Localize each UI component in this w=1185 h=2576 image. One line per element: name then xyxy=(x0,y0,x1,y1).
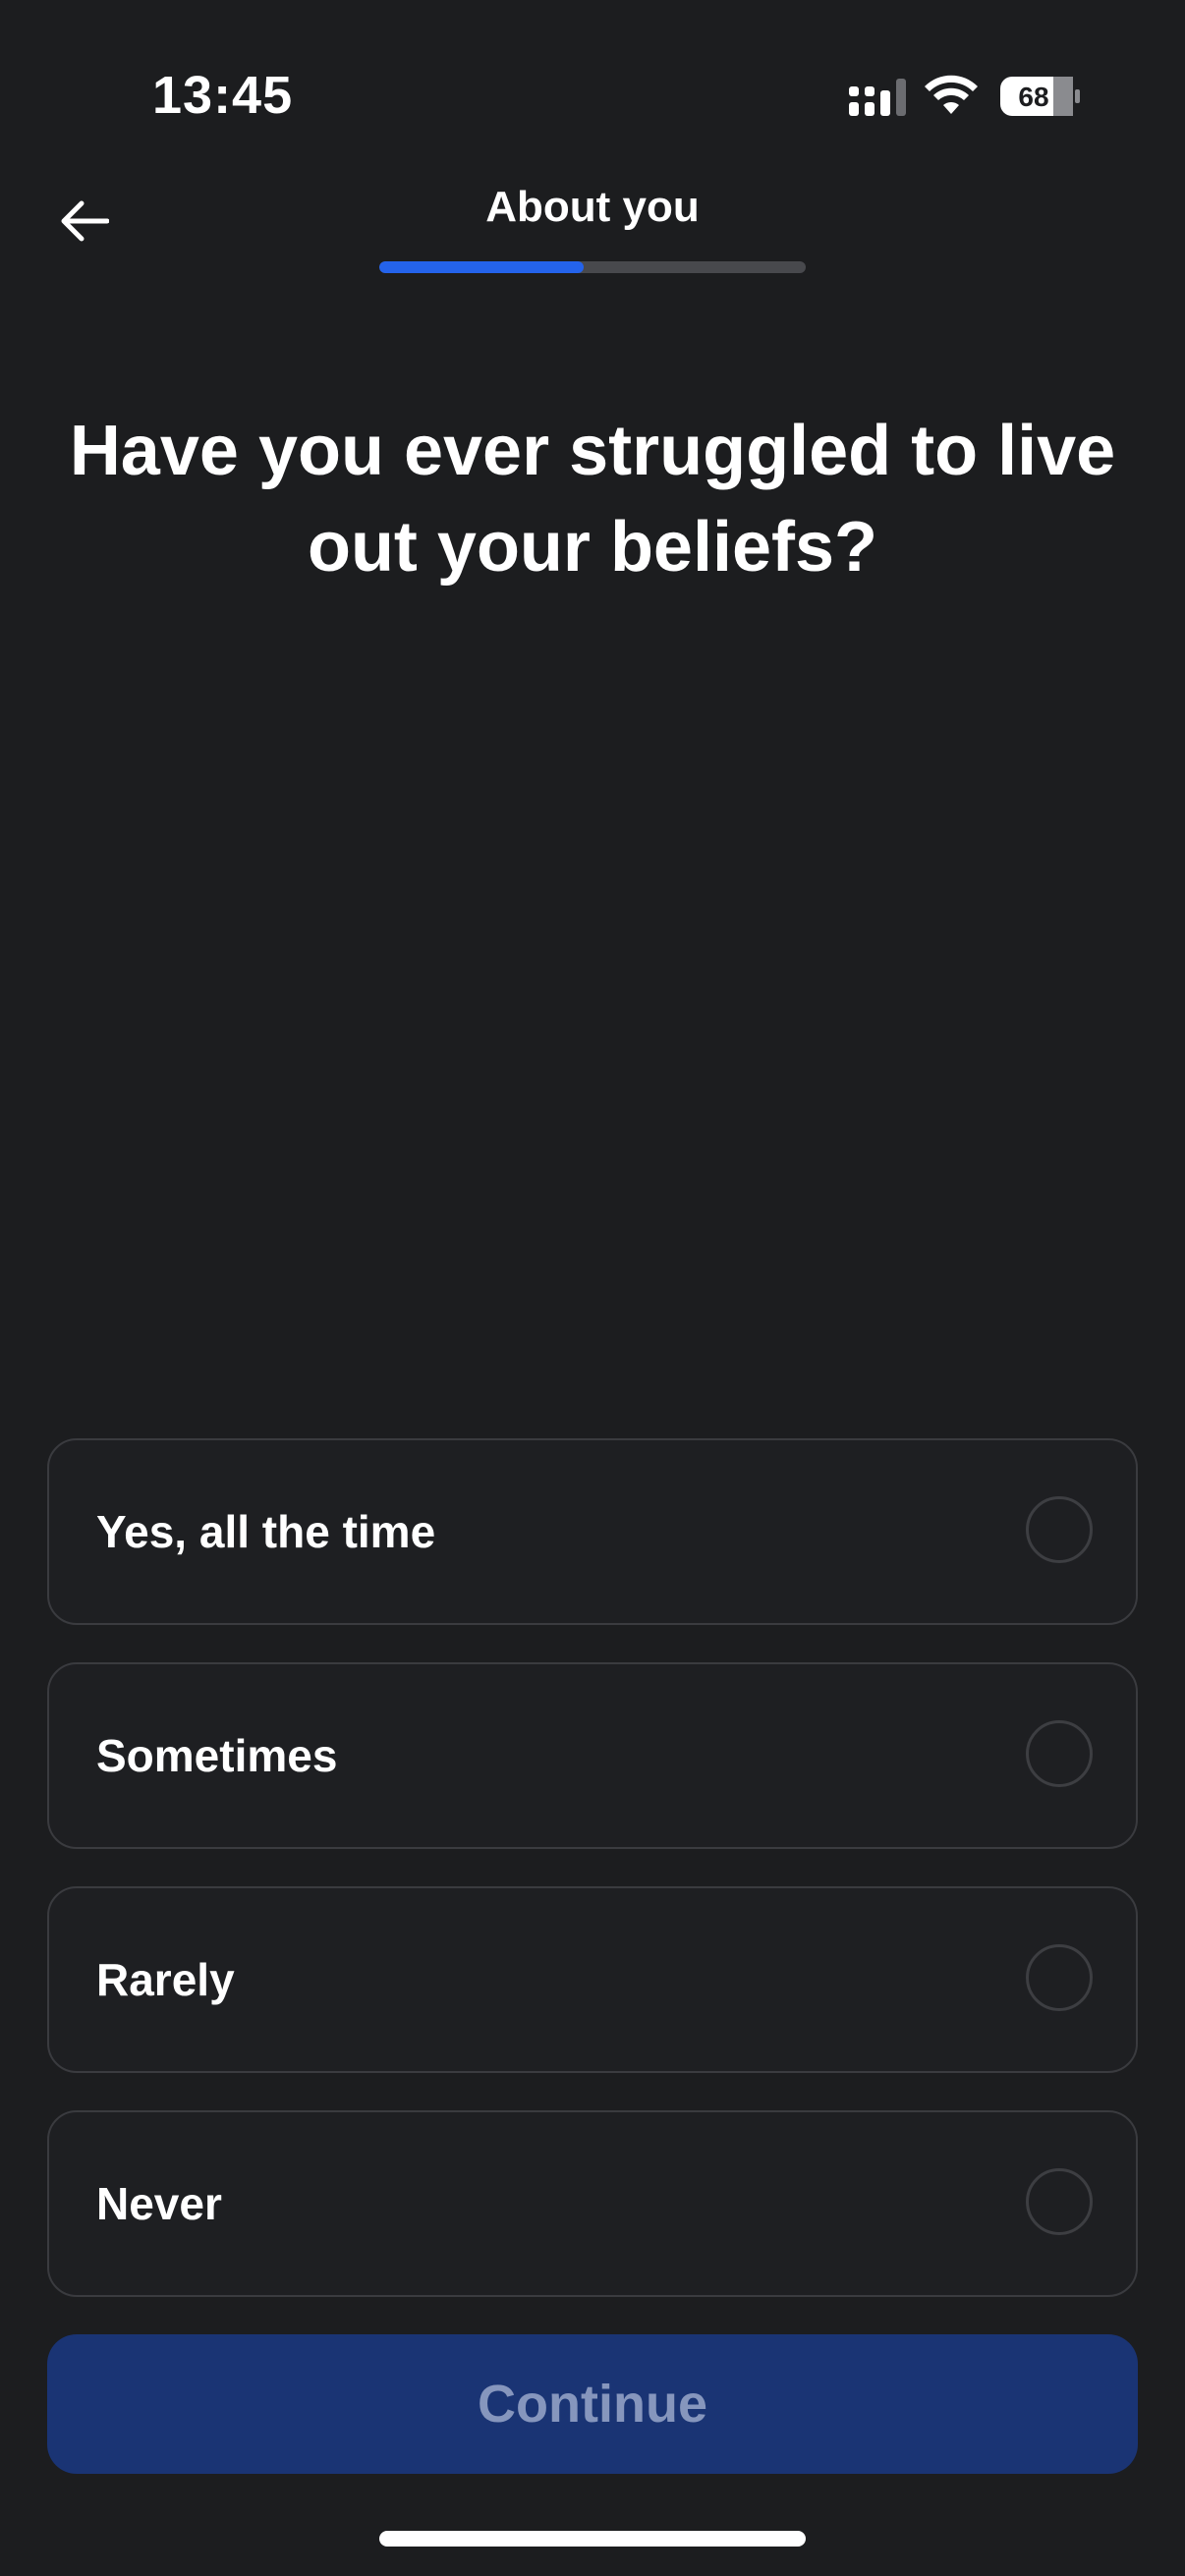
status-time: 13:45 xyxy=(152,66,294,125)
radio-button[interactable] xyxy=(1026,1944,1093,2011)
option-never[interactable]: Never xyxy=(47,2110,1138,2297)
option-yes-all-the-time[interactable]: Yes, all the time xyxy=(47,1438,1138,1625)
option-label: Never xyxy=(96,2178,222,2229)
signal-icon xyxy=(849,79,906,116)
page-title: About you xyxy=(485,183,700,231)
answer-options: Yes, all the time Sometimes Rarely Never xyxy=(47,1438,1138,2334)
option-label: Rarely xyxy=(96,1954,235,2005)
option-sometimes[interactable]: Sometimes xyxy=(47,1662,1138,1849)
radio-button[interactable] xyxy=(1026,1496,1093,1563)
progress-bar-fill xyxy=(379,261,585,273)
radio-button[interactable] xyxy=(1026,1720,1093,1787)
home-indicator xyxy=(379,2531,806,2547)
battery-level: 68 xyxy=(1018,82,1048,112)
radio-button[interactable] xyxy=(1026,2168,1093,2235)
progress-bar xyxy=(379,261,806,273)
question-heading: Have you ever struggled to live out your… xyxy=(69,412,1116,587)
battery-icon: 68 xyxy=(1000,77,1080,116)
option-rarely[interactable]: Rarely xyxy=(47,1886,1138,2073)
option-label: Sometimes xyxy=(96,1730,338,1781)
wifi-icon xyxy=(925,75,978,114)
option-label: Yes, all the time xyxy=(96,1506,436,1557)
continue-button[interactable]: Continue xyxy=(47,2334,1138,2474)
status-bar: 13:45 68 xyxy=(0,0,1185,187)
